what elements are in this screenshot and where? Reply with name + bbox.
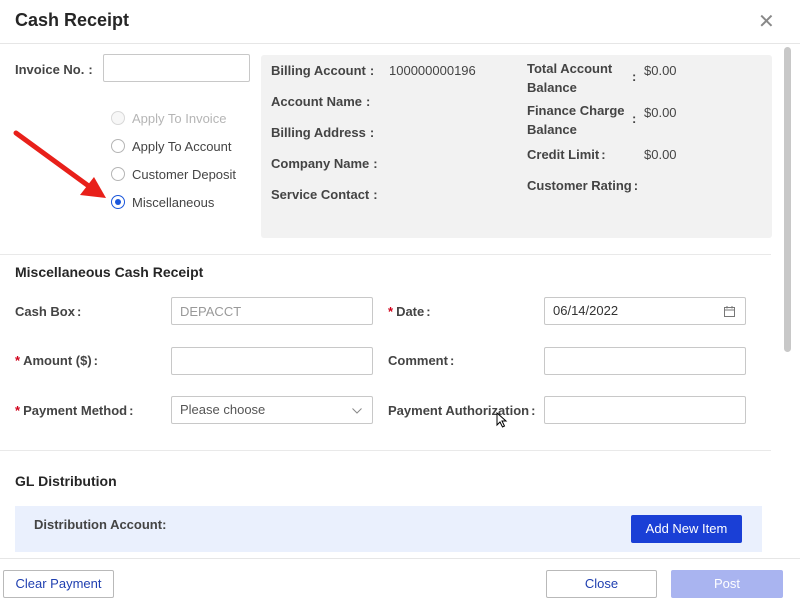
- mouse-cursor-icon: [496, 412, 508, 428]
- customer-rating-label: Customer Rating:: [527, 178, 639, 193]
- total-account-balance-label: Total Account Balance: [527, 61, 613, 95]
- payment-method-select[interactable]: Please choose: [171, 396, 373, 424]
- payment-authorization-label: Payment Authorization:: [388, 403, 536, 418]
- total-account-balance-value: $0.00: [644, 63, 677, 78]
- billing-account-label: Billing Account:: [271, 63, 375, 78]
- close-icon[interactable]: ✕: [758, 12, 775, 32]
- date-label: * Date:: [388, 304, 431, 319]
- close-button[interactable]: Close: [546, 570, 657, 598]
- radio-customer-deposit[interactable]: Customer Deposit: [111, 165, 236, 183]
- section-divider: [0, 450, 771, 451]
- payment-method-placeholder: Please choose: [180, 402, 266, 417]
- comment-label: Comment:: [388, 353, 455, 368]
- account-info-panel: [261, 55, 772, 238]
- radio-label: Apply To Account: [132, 138, 232, 154]
- calendar-icon[interactable]: [724, 306, 735, 317]
- misc-section-title: Miscellaneous Cash Receipt: [15, 264, 204, 280]
- amount-input[interactable]: [171, 347, 373, 375]
- distribution-account-label: Distribution Account:: [34, 517, 167, 532]
- date-value: 06/14/2022: [553, 303, 619, 318]
- radio-miscellaneous[interactable]: Miscellaneous: [111, 193, 214, 211]
- post-button: Post: [671, 570, 783, 598]
- section-divider: [0, 254, 771, 255]
- credit-limit-value: $0.00: [644, 147, 677, 162]
- company-name-label: Company Name:: [271, 156, 378, 171]
- billing-address-label: Billing Address:: [271, 125, 375, 140]
- scrollbar-thumb[interactable]: [784, 47, 791, 352]
- account-name-label: Account Name:: [271, 94, 371, 109]
- credit-limit-label: Credit Limit:: [527, 147, 606, 162]
- radio-apply-to-invoice: Apply To Invoice: [111, 109, 226, 127]
- date-picker[interactable]: 06/14/2022: [544, 297, 746, 325]
- finance-charge-colon: :: [632, 111, 637, 126]
- radio-label: Miscellaneous: [132, 194, 215, 210]
- finance-charge-balance-label: Finance Charge Balance: [527, 103, 625, 137]
- comment-input[interactable]: [544, 347, 746, 375]
- dialog-title: Cash Receipt: [15, 10, 130, 30]
- add-new-item-button[interactable]: Add New Item: [631, 515, 742, 543]
- chevron-down-icon: [352, 408, 362, 414]
- dialog-footer: Clear Payment Close Post: [0, 558, 800, 608]
- invoice-input[interactable]: [103, 54, 250, 82]
- invoice-label: Invoice No.:: [15, 62, 93, 77]
- radio-button: [111, 111, 125, 125]
- radio-button[interactable]: [111, 167, 125, 181]
- service-contact-label: Service Contact:: [271, 187, 378, 202]
- billing-account-value: 100000000196: [389, 63, 476, 78]
- gl-section-title: GL Distribution: [15, 473, 117, 489]
- total-balance-colon: :: [632, 69, 637, 84]
- dialog-header: Cash Receipt ✕: [0, 0, 800, 44]
- cash-box-input: [171, 297, 373, 325]
- radio-button[interactable]: [111, 139, 125, 153]
- clear-payment-button[interactable]: Clear Payment: [3, 570, 114, 598]
- cash-box-label: Cash Box:: [15, 304, 82, 319]
- annotation-arrow-icon: [13, 130, 106, 198]
- scrollbar[interactable]: [783, 45, 792, 557]
- payment-method-label: * Payment Method:: [15, 403, 134, 418]
- payment-authorization-input[interactable]: [544, 396, 746, 424]
- radio-label: Apply To Invoice: [132, 110, 227, 126]
- radio-apply-to-account[interactable]: Apply To Account: [111, 137, 232, 155]
- amount-label: * Amount ($):: [15, 353, 99, 368]
- dialog-body[interactable]: Invoice No.: Apply To Invoice Apply To A…: [0, 45, 783, 557]
- radio-label: Customer Deposit: [132, 166, 237, 182]
- radio-button-checked[interactable]: [111, 195, 125, 209]
- finance-charge-balance-value: $0.00: [644, 105, 677, 120]
